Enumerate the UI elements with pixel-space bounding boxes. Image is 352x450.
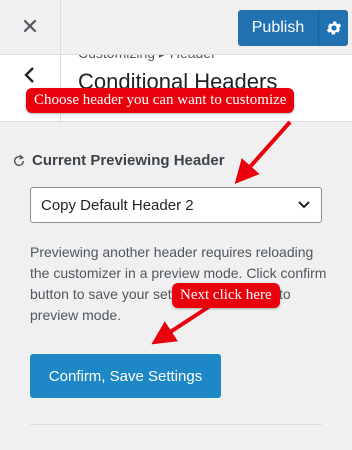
chevron-down-icon (298, 201, 310, 209)
customizer-top-bar: ✕ Publish (0, 0, 352, 54)
gear-icon (326, 21, 341, 35)
annotation-callout-next-click: Next click here (172, 283, 280, 308)
current-label-text: Current Previewing Header (32, 152, 225, 169)
header-select-value: Copy Default Header 2 (41, 196, 194, 214)
refresh-icon (13, 154, 25, 166)
publish-button-group: Publish (238, 10, 348, 46)
publish-settings-button[interactable] (319, 10, 348, 46)
annotation-callout-choose-header: Choose header you can want to customize (26, 88, 295, 113)
divider (60, 0, 61, 54)
annotation-arrow-1 (234, 120, 292, 184)
chevron-left-icon (24, 67, 34, 83)
confirm-save-settings-button[interactable]: Confirm, Save Settings (30, 354, 221, 398)
divider (30, 424, 322, 425)
close-icon: ✕ (20, 14, 40, 40)
close-button[interactable]: ✕ (0, 0, 60, 54)
current-previewing-header-label: Current Previewing Header (12, 152, 225, 169)
header-select[interactable]: Copy Default Header 2 (30, 187, 322, 223)
breadcrumb: Customizing ▸ Header (78, 55, 216, 62)
publish-button[interactable]: Publish (238, 10, 318, 46)
